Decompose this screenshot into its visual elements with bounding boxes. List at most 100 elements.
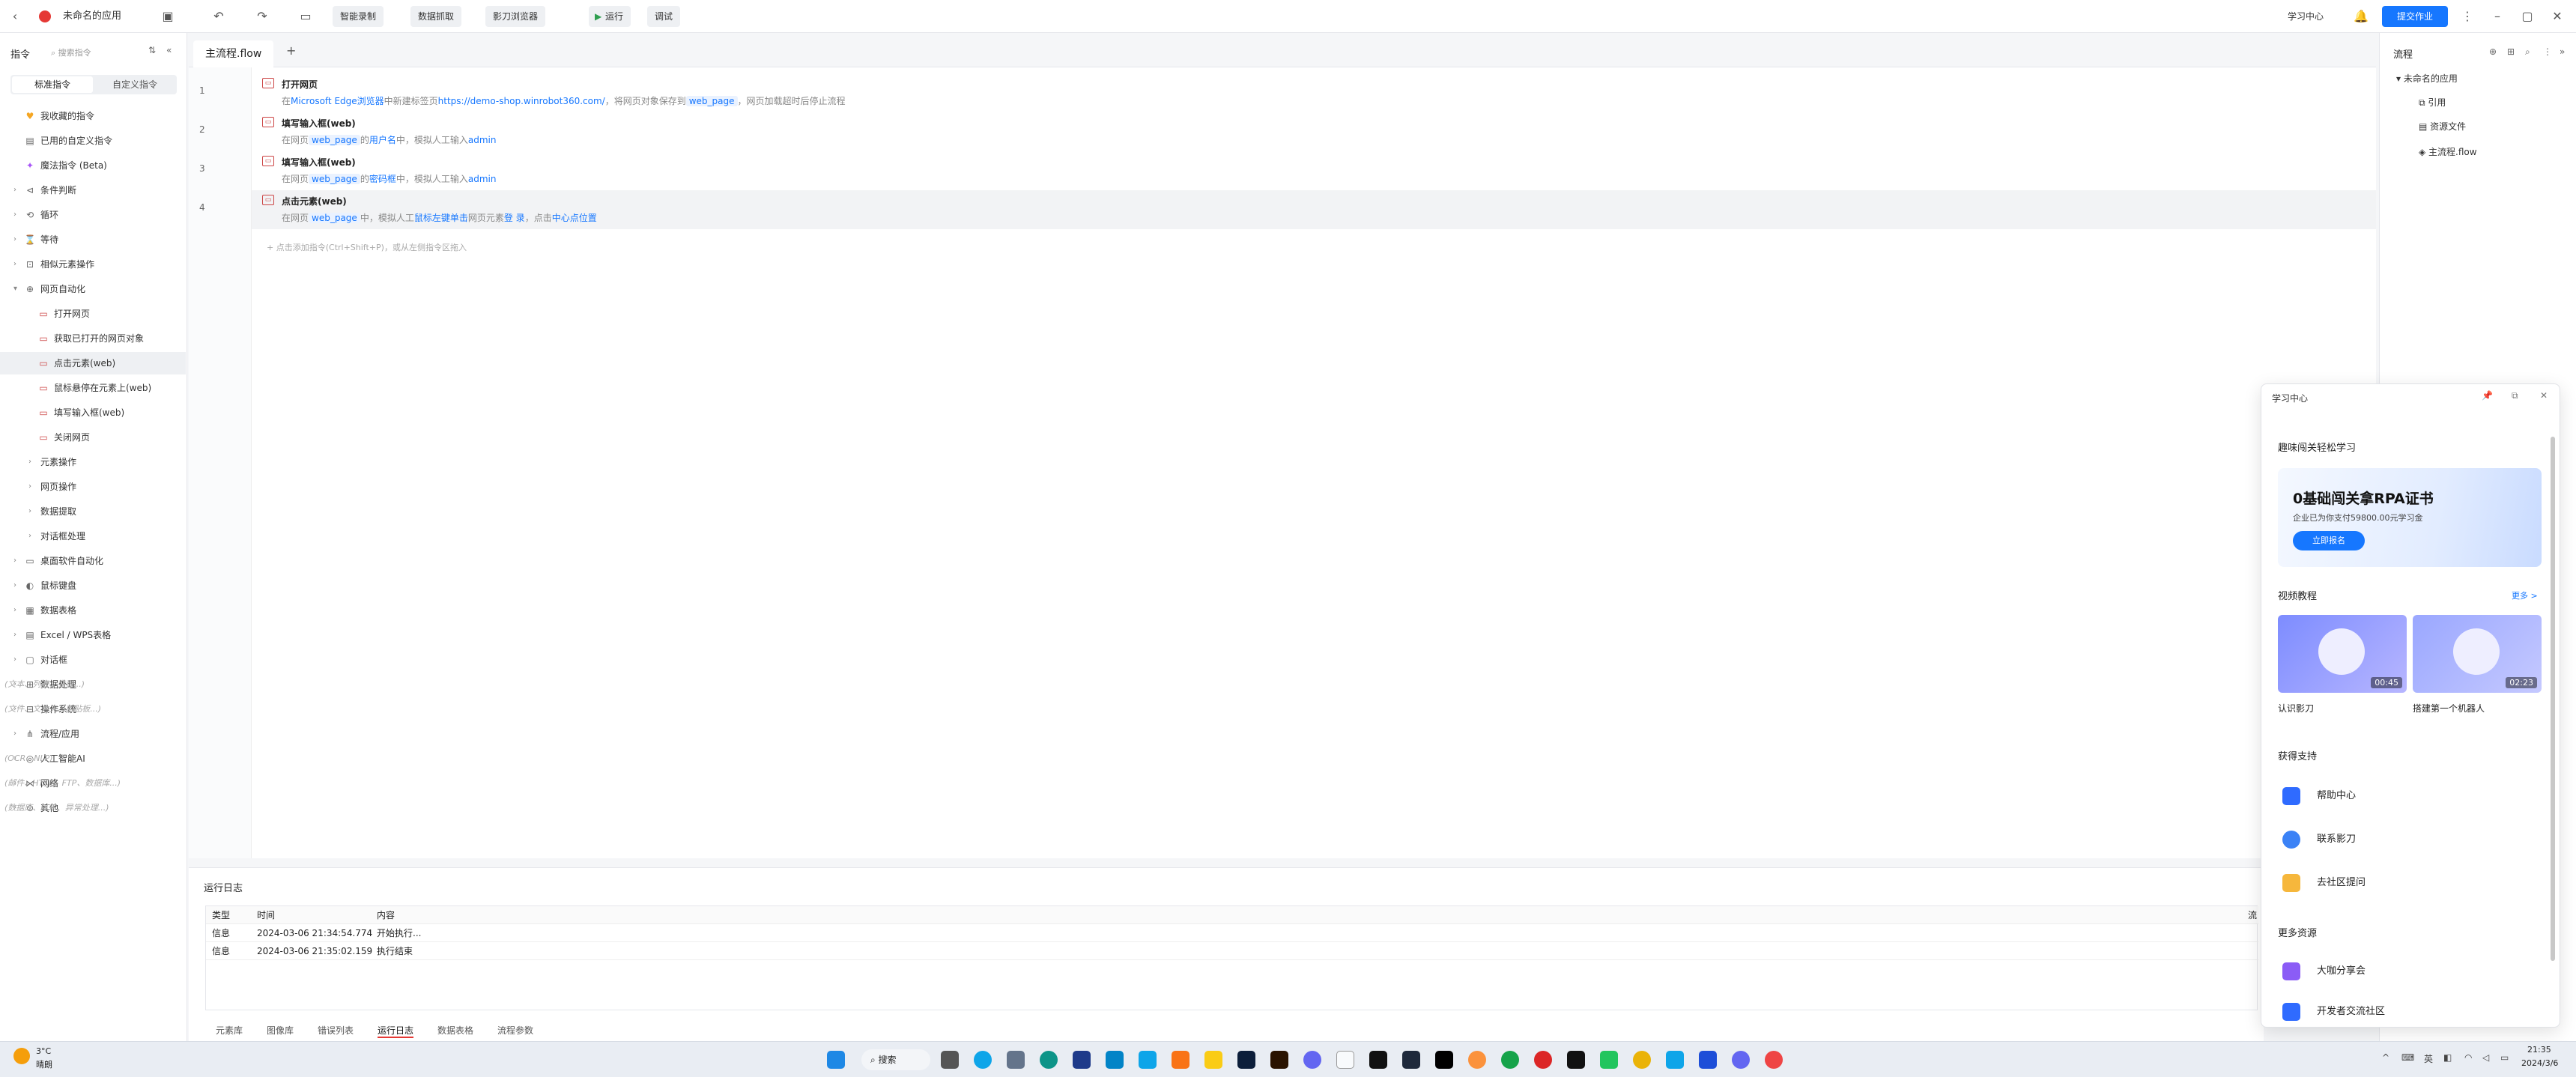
command-category[interactable]: › ◎ 人工智能AI (OCR、NLP) <box>0 747 186 770</box>
step-param[interactable]: 用户名 <box>369 135 396 145</box>
command-category[interactable]: › ⊙ 其他 (数据库、PDF、异常处理...) <box>0 797 186 819</box>
tab-error-list[interactable]: 错误列表 <box>318 1024 354 1037</box>
bell-icon[interactable]: 🔔 <box>2352 7 2370 25</box>
command-category[interactable]: › ⊲ 条件判断 <box>0 179 186 201</box>
popout-icon[interactable]: ⧉ <box>2512 390 2518 401</box>
photoshop-icon[interactable] <box>1237 1051 1255 1069</box>
video-card[interactable]: 00:45 <box>2278 615 2407 693</box>
command-category[interactable]: › ▤ Excel / WPS表格 <box>0 624 186 646</box>
redo-icon[interactable]: ↷ <box>253 7 271 25</box>
command-item[interactable]: ▭ 获取已打开的网页对象 <box>0 327 186 350</box>
more-link[interactable]: 更多 > <box>2512 589 2538 601</box>
command-item[interactable]: ▭ 关闭网页 <box>0 426 186 449</box>
keyboard-icon[interactable]: ⌨ <box>2401 1052 2414 1063</box>
step-param[interactable]: web_page <box>309 213 360 223</box>
sort-icon[interactable]: ⇅ <box>148 45 156 55</box>
windows-start-icon[interactable] <box>827 1051 845 1069</box>
tab-flow-params[interactable]: 流程参数 <box>497 1024 533 1037</box>
tab-image-lib[interactable]: 图像库 <box>267 1024 294 1037</box>
command-category[interactable]: › ▢ 对话框 <box>0 649 186 671</box>
app-icon[interactable] <box>1468 1051 1486 1069</box>
app-icon[interactable] <box>1699 1051 1717 1069</box>
data-capture-button[interactable]: 数据抓取 <box>410 6 462 27</box>
command-category[interactable]: › 数据提取 <box>0 500 186 523</box>
command-category[interactable]: › ⊡ 相似元素操作 <box>0 253 186 276</box>
back-arrow-icon[interactable]: ‹ <box>6 7 24 25</box>
log-row[interactable]: 信息 2024-03-06 21:35:02.159 执行结束 <box>206 942 2258 960</box>
more-icon[interactable]: ⋮ <box>2543 46 2552 57</box>
add-module-icon[interactable]: ⊞ <box>2507 46 2515 57</box>
command-item[interactable]: ▭ 鼠标悬停在元素上(web) <box>0 377 186 399</box>
battery-icon[interactable]: ▭ <box>2500 1052 2509 1063</box>
signup-button[interactable]: 立即报名 <box>2293 531 2365 550</box>
app-icon[interactable] <box>1303 1051 1321 1069</box>
flow-step[interactable]: 4 ▭ 点击元素(web) 在网页 web_page 中，模拟人工鼠标左键单击网页元素登 … <box>199 190 2376 229</box>
clock-date[interactable]: 2024/3/6 <box>2521 1058 2558 1068</box>
app-icon[interactable] <box>1666 1051 1684 1069</box>
app-icon[interactable] <box>1106 1051 1124 1069</box>
step-param[interactable]: Microsoft Edge浏览器 <box>291 96 384 106</box>
video-card[interactable]: 02:23 <box>2413 615 2542 693</box>
command-category[interactable]: › 网页操作 <box>0 476 186 498</box>
command-category[interactable]: › ⌛ 等待 <box>0 228 186 251</box>
step-param[interactable]: https://demo-shop.winrobot360.com/ <box>438 96 605 106</box>
netease-music-icon[interactable] <box>1534 1051 1552 1069</box>
app-icon[interactable] <box>1732 1051 1750 1069</box>
spotify-icon[interactable] <box>1501 1051 1519 1069</box>
scrollbar[interactable] <box>2551 437 2555 961</box>
tab-main-flow[interactable]: 主流程.flow <box>193 40 274 67</box>
tab-custom[interactable]: 自定义指令 <box>94 76 175 93</box>
more-icon[interactable]: ⋮ <box>2458 7 2476 25</box>
flow-step[interactable]: 3 ▭ 填写输入框(web) 在网页 web_page 的密码框中，模拟人工输入admin <box>199 151 2376 190</box>
close-icon[interactable]: ✕ <box>2548 7 2566 25</box>
weather-text[interactable]: 晴朗 <box>36 1058 52 1070</box>
yingdao-icon[interactable] <box>1765 1051 1783 1069</box>
command-category[interactable]: ▾ ⊕ 网页自动化 <box>0 278 186 300</box>
debug-button[interactable]: 调试 <box>647 6 681 27</box>
video-title[interactable]: 认识影刀 <box>2278 702 2314 715</box>
wechat-icon[interactable] <box>1600 1051 1618 1069</box>
command-category[interactable]: › ⊞ 数据处理 (文本、列表、变量...) <box>0 673 186 696</box>
illustrator-icon[interactable] <box>1270 1051 1288 1069</box>
tray-chevron-icon[interactable]: ^ <box>2382 1052 2389 1063</box>
favorite-item[interactable]: ▤ 已用的自定义指令 <box>0 130 186 152</box>
command-category[interactable]: › ▭ 桌面软件自动化 <box>0 550 186 572</box>
app-icon[interactable] <box>1073 1051 1091 1069</box>
add-flow-icon[interactable]: ⊕ <box>2489 46 2497 57</box>
tree-item-resources[interactable]: ▤ 资源文件 <box>2419 120 2466 133</box>
command-category[interactable]: › 元素操作 <box>0 451 186 473</box>
smart-record-button[interactable]: 智能录制 <box>333 6 384 27</box>
cortana-icon[interactable] <box>974 1051 992 1069</box>
command-category[interactable]: › ⟲ 循环 <box>0 204 186 226</box>
step-param[interactable]: admin <box>468 135 497 145</box>
comment-icon[interactable]: ▭ <box>297 7 315 25</box>
flow-step[interactable]: 1 ▭ 打开网页 在Microsoft Edge浏览器中新建标签页https://de… <box>199 73 2376 112</box>
file-explorer-icon[interactable] <box>1204 1051 1222 1069</box>
weather-temp[interactable]: 3°C <box>36 1046 51 1056</box>
favorite-item[interactable]: ♥ 我收藏的指令 <box>0 105 186 127</box>
ime-indicator[interactable]: 英 <box>2424 1052 2433 1065</box>
tab-standard[interactable]: 标准指令 <box>12 76 93 93</box>
learning-center-link[interactable]: 学习中心 <box>2288 6 2324 27</box>
search-input[interactable]: ⌕ 搜索指令 <box>51 45 133 61</box>
app-icon[interactable] <box>1369 1051 1387 1069</box>
submit-button[interactable]: 提交作业 <box>2382 6 2448 27</box>
add-command-hint[interactable]: + 点击添加指令(Ctrl+Shift+P)，或从左侧指令区拖入 <box>267 241 467 253</box>
app-icon[interactable] <box>1172 1051 1189 1069</box>
step-param[interactable]: 鼠标左键单击 <box>414 213 468 223</box>
tree-item-reference[interactable]: ⧉ 引用 <box>2419 96 2446 109</box>
browser-button[interactable]: 影刀浏览器 <box>485 6 546 27</box>
save-icon[interactable]: ▣ <box>159 7 177 25</box>
maximize-icon[interactable]: ▢ <box>2518 7 2536 25</box>
step-param[interactable]: 中心点位置 <box>552 213 597 223</box>
command-category[interactable]: › 对话框处理 <box>0 525 186 547</box>
step-param[interactable]: 密码框 <box>369 174 396 184</box>
step-param[interactable]: admin <box>468 174 497 184</box>
minimize-icon[interactable]: – <box>2488 7 2506 25</box>
pin-icon[interactable]: 📌 <box>2482 390 2493 401</box>
command-category[interactable]: › ▦ 数据表格 <box>0 599 186 622</box>
command-item[interactable]: ▭ 点击元素(web) <box>0 352 186 374</box>
certificate-banner[interactable]: 0基础闯关拿RPA证书 企业已为你支付59800.00元学习金 立即报名 <box>2278 468 2542 567</box>
search-icon[interactable]: ⌕ <box>2525 46 2530 58</box>
step-param[interactable]: web_page <box>309 174 360 184</box>
